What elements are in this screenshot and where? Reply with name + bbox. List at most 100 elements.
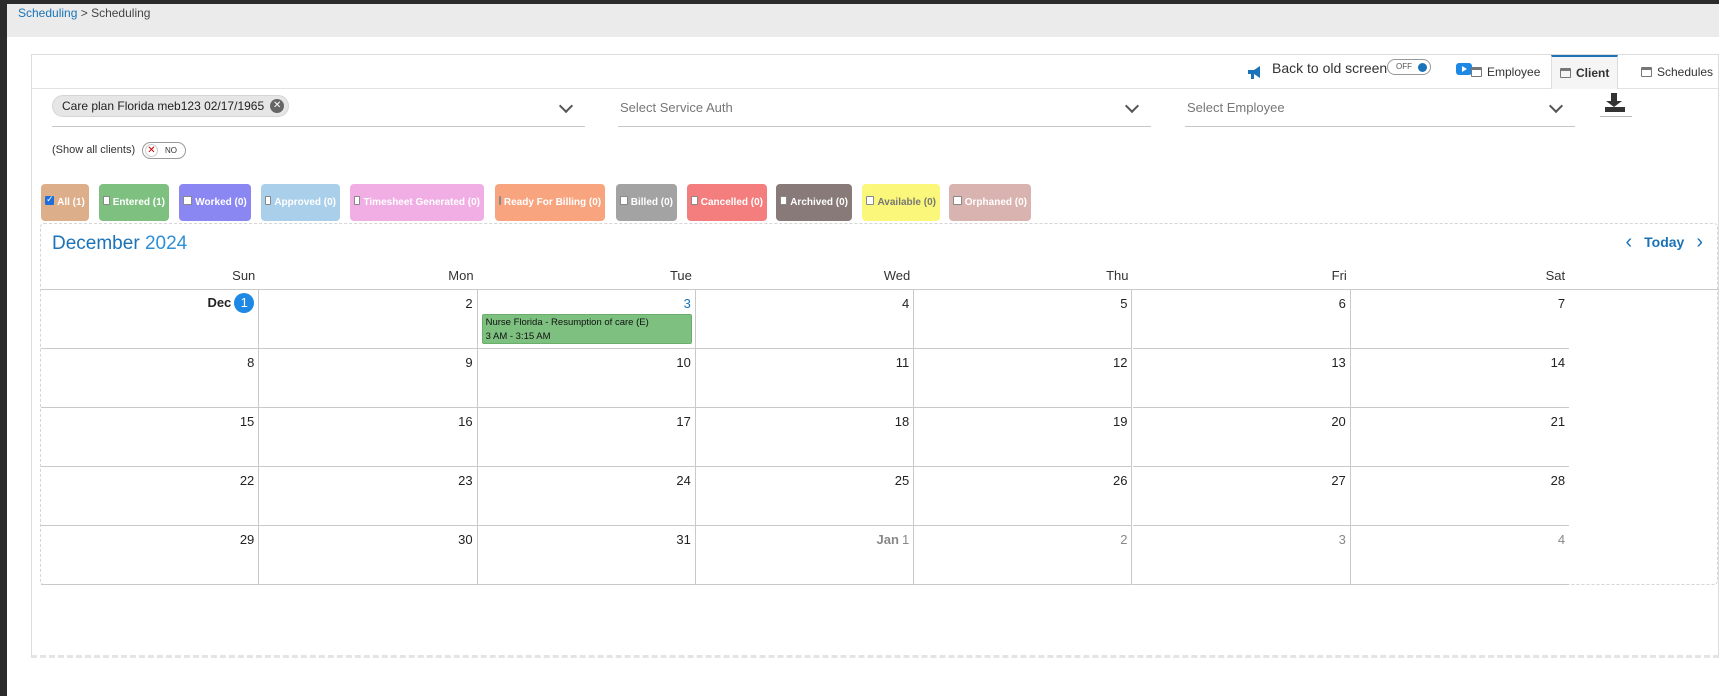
calendar-day-cell[interactable]: 17 <box>477 408 696 467</box>
filter-checkbox[interactable] <box>498 196 501 205</box>
filter-label: Entered (1) <box>112 197 165 208</box>
calendar-day-cell[interactable]: 4 <box>695 290 915 349</box>
filter-label: Billed (0) <box>630 197 673 208</box>
schedule-event[interactable]: Nurse Florida - Resumption of care (E) 3 … <box>481 314 692 344</box>
calendar-day-cell[interactable]: 11 <box>695 349 915 408</box>
filter-chip[interactable]: Billed (0) <box>616 184 677 221</box>
calendar-day-cell[interactable]: 9 <box>259 349 478 408</box>
day-of-week-label: Tue <box>669 268 692 283</box>
chevron-left-icon[interactable]: ‹ <box>1625 232 1632 252</box>
filter-label: Archived (0) <box>790 197 848 208</box>
filter-checkbox[interactable] <box>620 196 628 205</box>
calendar-day-cell[interactable]: Jan 1 <box>695 526 915 585</box>
calendar-day-cell[interactable]: 24 <box>477 467 696 526</box>
calendar-icon <box>1471 67 1482 77</box>
calendar-day-cell[interactable]: 12 <box>914 349 1133 408</box>
clear-client-icon[interactable]: ✕ <box>270 99 285 113</box>
download-icon <box>1606 93 1622 107</box>
calendar-day-cell[interactable]: 19 <box>914 408 1133 467</box>
filter-checkbox[interactable] <box>691 196 698 205</box>
show-all-clients-toggle[interactable]: ✕ NO <box>142 142 186 159</box>
event-time: 3 AM - 3:15 AM <box>485 331 551 342</box>
filter-chip[interactable]: Approved (0) <box>261 184 340 221</box>
calendar-day-cell[interactable]: 30 <box>259 526 478 585</box>
chevron-right-icon[interactable]: › <box>1696 232 1703 252</box>
filter-chip[interactable]: Orphaned (0) <box>949 184 1031 221</box>
calendar-day-cell[interactable]: 5 <box>914 290 1133 349</box>
client-select[interactable]: Care plan Florida meb123 02/17/1965 ✕ <box>52 91 585 127</box>
calendar-day-cell[interactable]: 22 <box>41 467 260 526</box>
calendar-day-cell[interactable]: 28 <box>1350 467 1570 526</box>
calendar-icon <box>1641 67 1652 77</box>
filter-checkbox[interactable] <box>45 194 55 205</box>
month-grid: Dec 1 2 3 Nurse Florida - Resumption of care… <box>41 289 1719 585</box>
filter-chip[interactable]: Timesheet Generated (0) <box>350 184 484 221</box>
day-number: 18 <box>894 414 910 429</box>
day-number: 17 <box>676 414 691 429</box>
filter-chip[interactable]: Archived (0) <box>776 184 852 221</box>
download-button[interactable] <box>1600 87 1632 117</box>
calendar-day-cell[interactable]: 2 <box>259 290 478 349</box>
day-number: 15 <box>239 414 255 429</box>
day-number: 26 <box>1113 473 1128 488</box>
service-auth-select[interactable]: Select Service Auth <box>618 91 1151 127</box>
filter-checkbox[interactable] <box>183 196 193 205</box>
filter-checkbox[interactable] <box>103 196 110 205</box>
today-button[interactable]: Today <box>1644 234 1684 250</box>
calendar-day-cell[interactable]: 20 <box>1132 408 1351 467</box>
calendar-day-cell[interactable]: 13 <box>1132 349 1351 408</box>
filter-chip[interactable]: Ready For Billing (0) <box>495 184 605 221</box>
tab-schedules[interactable]: Schedules <box>1633 55 1719 89</box>
filter-chip[interactable]: Worked (0) <box>179 184 251 221</box>
filter-checkbox[interactable] <box>780 196 788 205</box>
day-number: 30 <box>458 532 473 547</box>
tab-client-label: Client <box>1576 66 1610 80</box>
calendar-year: 2024 <box>144 233 188 254</box>
filter-chip[interactable]: Entered (1) <box>99 184 169 221</box>
filter-checkbox[interactable] <box>265 196 272 205</box>
filter-checkbox[interactable] <box>953 196 962 205</box>
calendar-day-cell[interactable]: 14 <box>1350 349 1570 408</box>
employee-select[interactable]: Select Employee <box>1185 91 1575 127</box>
chevron-down-icon[interactable] <box>1124 98 1140 114</box>
scheduling-panel: Back to old screen OFF Employee Client S… <box>31 54 1719 658</box>
day-number: 21 <box>1550 414 1566 429</box>
chevron-down-icon[interactable] <box>1548 98 1564 114</box>
day-number: 5 <box>1120 296 1128 311</box>
tab-employee[interactable]: Employee <box>1463 55 1548 89</box>
calendar-day-cell[interactable]: 7 <box>1350 290 1570 349</box>
calendar-day-cell[interactable]: 18 <box>695 408 915 467</box>
megaphone-icon <box>1248 66 1260 79</box>
filter-checkbox[interactable] <box>354 196 361 205</box>
calendar-day-cell[interactable]: 31 <box>477 526 696 585</box>
filter-chip[interactable]: Available (0) <box>862 184 940 221</box>
breadcrumb-link-scheduling[interactable]: Scheduling <box>18 6 77 20</box>
calendar-day-cell[interactable]: 29 <box>41 526 260 585</box>
calendar-day-cell[interactable]: 15 <box>41 408 260 467</box>
close-icon: ✕ <box>145 144 158 157</box>
calendar-day-cell[interactable]: 25 <box>695 467 915 526</box>
calendar-day-cell[interactable]: 2 <box>914 526 1133 585</box>
calendar-day-cell[interactable]: 16 <box>259 408 478 467</box>
day-number: 31 <box>676 532 691 547</box>
client-chip: Care plan Florida meb123 02/17/1965 ✕ <box>52 95 290 117</box>
calendar-day-cell[interactable]: Dec 1 <box>41 290 260 349</box>
day-number: 16 <box>458 414 473 429</box>
calendar-day-cell[interactable]: 3 <box>1132 526 1351 585</box>
calendar-day-cell[interactable]: 8 <box>41 349 260 408</box>
calendar-day-cell[interactable]: 27 <box>1132 467 1351 526</box>
filter-chip[interactable]: All (1) <box>41 184 89 221</box>
filter-chip[interactable]: Cancelled (0) <box>687 184 767 221</box>
calendar-day-cell[interactable]: 21 <box>1350 408 1570 467</box>
calendar-day-cell[interactable]: 10 <box>477 349 696 408</box>
old-screen-toggle[interactable]: OFF <box>1387 59 1431 75</box>
calendar-day-cell[interactable]: 23 <box>259 467 478 526</box>
day-number: 27 <box>1331 473 1346 488</box>
tab-client[interactable]: Client <box>1551 55 1619 89</box>
calendar-day-cell[interactable]: 4 <box>1350 526 1570 585</box>
calendar-day-cell[interactable]: 6 <box>1132 290 1351 349</box>
calendar-day-cell[interactable]: 26 <box>914 467 1133 526</box>
calendar-day-cell[interactable]: 3 Nurse Florida - Resumption of care (E) 3… <box>477 290 696 349</box>
filter-checkbox[interactable] <box>866 196 875 205</box>
chevron-down-icon[interactable] <box>558 98 574 114</box>
